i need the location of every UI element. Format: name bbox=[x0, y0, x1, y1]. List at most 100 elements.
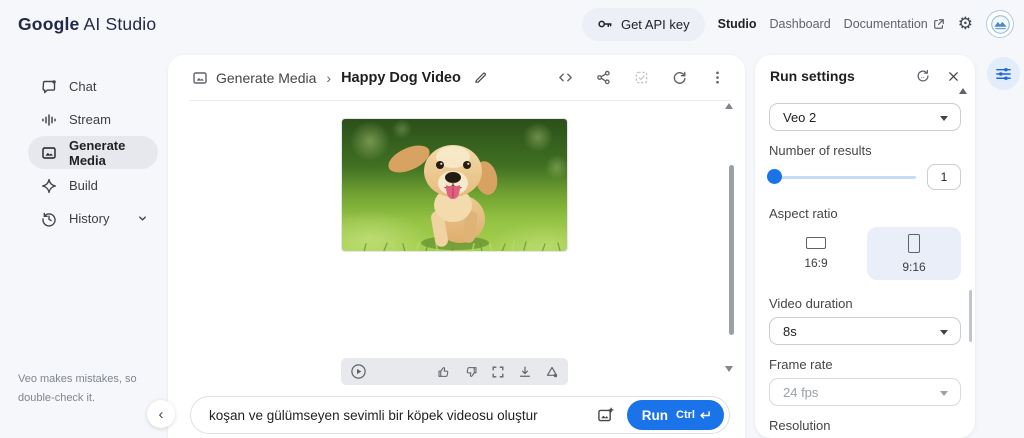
topbar-right: Get API key Studio Dashboard Documentati… bbox=[581, 0, 1014, 48]
aspect-ratio-options: 16:9 9:16 bbox=[769, 227, 961, 280]
download-icon[interactable] bbox=[518, 365, 532, 379]
key-icon bbox=[597, 16, 613, 32]
breadcrumb-root-label: Generate Media bbox=[216, 69, 317, 86]
results-slider-thumb[interactable] bbox=[767, 169, 782, 184]
caret-down-icon bbox=[940, 330, 948, 335]
nav-studio[interactable]: Studio bbox=[718, 17, 757, 31]
run-settings-panel: Run settings Veo 2 Number of results 1 A… bbox=[755, 55, 975, 438]
fullscreen-icon[interactable] bbox=[491, 365, 505, 379]
stream-icon bbox=[41, 112, 57, 128]
video-duration-select[interactable]: 8s bbox=[769, 317, 961, 345]
sidebar-item-build[interactable]: Build bbox=[28, 169, 158, 202]
run-settings-title: Run settings bbox=[770, 68, 855, 84]
main-scrollbar-thumb[interactable] bbox=[729, 165, 734, 335]
results-slider[interactable] bbox=[767, 169, 916, 184]
caret-down-icon bbox=[940, 391, 948, 396]
app-logo-bold: Google bbox=[18, 13, 80, 34]
aspect-option-9-16[interactable]: 9:16 bbox=[867, 227, 961, 280]
video-player bbox=[341, 118, 568, 385]
run-button[interactable]: Run Ctrl bbox=[626, 400, 724, 430]
run-shortcut-label: Ctrl bbox=[676, 409, 695, 421]
model-select-value: Veo 2 bbox=[783, 109, 817, 125]
aspect-option-label: 16:9 bbox=[804, 256, 828, 270]
build-icon bbox=[41, 178, 57, 194]
sidebar-item-label: Chat bbox=[69, 79, 97, 94]
toggle-run-settings-button[interactable] bbox=[987, 57, 1020, 90]
get-api-key-button[interactable]: Get API key bbox=[581, 7, 705, 41]
number-of-results-row: 1 bbox=[767, 164, 961, 190]
topbar: Google AI Studio Get API key Studio Dashb… bbox=[0, 0, 1024, 48]
save-icon[interactable] bbox=[634, 70, 649, 85]
avatar[interactable] bbox=[986, 10, 1014, 38]
portrait-rect-icon bbox=[908, 233, 920, 253]
sidebar-item-label: Generate Media bbox=[69, 137, 126, 168]
breadcrumb-separator: › bbox=[326, 69, 332, 86]
app-logo[interactable]: Google AI Studio bbox=[18, 14, 156, 35]
breadcrumb-generate-media[interactable]: Generate Media bbox=[192, 70, 316, 86]
play-icon[interactable] bbox=[350, 363, 367, 380]
close-icon[interactable] bbox=[947, 70, 960, 83]
sidebar-item-label: Build bbox=[69, 178, 98, 193]
chevron-left-icon: ‹ bbox=[158, 405, 164, 423]
generated-video-thumbnail[interactable] bbox=[341, 118, 568, 252]
header-actions bbox=[558, 70, 725, 85]
chevron-down-icon[interactable] bbox=[137, 213, 148, 224]
aspect-option-16-9[interactable]: 16:9 bbox=[769, 227, 863, 280]
edit-title-pencil-icon[interactable] bbox=[473, 70, 488, 85]
chat-icon bbox=[41, 79, 57, 95]
nav-documentation[interactable]: Documentation bbox=[844, 17, 945, 31]
get-code-icon[interactable] bbox=[558, 70, 573, 85]
external-link-icon bbox=[933, 18, 945, 30]
frame-rate-select[interactable]: 24 fps bbox=[769, 378, 961, 406]
scroll-up-arrow[interactable] bbox=[725, 103, 733, 109]
reset-settings-icon[interactable] bbox=[915, 68, 931, 84]
main-header: Generate Media › Happy Dog Video bbox=[168, 55, 745, 100]
panel-scroll-up-arrow[interactable] bbox=[959, 88, 967, 94]
puppy-video-still bbox=[342, 119, 567, 251]
video-duration-value: 8s bbox=[783, 323, 797, 339]
media-icon bbox=[192, 70, 208, 86]
video-duration-label: Video duration bbox=[769, 296, 853, 311]
run-settings-header: Run settings bbox=[755, 55, 975, 97]
enter-arrow-icon bbox=[698, 410, 711, 421]
aspect-option-label: 9:16 bbox=[902, 259, 926, 274]
number-of-results-label: Number of results bbox=[769, 143, 872, 158]
panel-scrollbar-thumb[interactable] bbox=[969, 290, 972, 342]
drive-export-icon[interactable] bbox=[545, 365, 559, 379]
sidebar-collapse-button[interactable]: ‹ bbox=[147, 400, 175, 428]
add-image-icon[interactable] bbox=[597, 407, 614, 424]
model-select[interactable]: Veo 2 bbox=[769, 103, 961, 131]
model-disclaimer: Veo makes mistakes, so double-check it. bbox=[18, 373, 137, 404]
generate-media-icon bbox=[41, 145, 57, 161]
landscape-rect-icon bbox=[806, 237, 826, 249]
sidebar-item-generate-media[interactable]: Generate Media bbox=[28, 136, 158, 169]
sidebar-item-label: History bbox=[69, 211, 110, 226]
more-options-kebab-icon[interactable] bbox=[710, 70, 725, 85]
nav-documentation-label: Documentation bbox=[843, 17, 928, 31]
share-icon[interactable] bbox=[596, 70, 611, 85]
avatar-mountain-logo bbox=[990, 14, 1011, 35]
thumbs-up-icon[interactable] bbox=[437, 365, 451, 379]
settings-gear-icon[interactable]: ⚙ bbox=[958, 15, 973, 33]
caret-down-icon bbox=[940, 116, 948, 121]
resolution-label: Resolution bbox=[769, 418, 831, 433]
results-value-box[interactable]: 1 bbox=[927, 164, 961, 190]
page-title: Happy Dog Video bbox=[341, 69, 461, 86]
sidebar-item-label: Stream bbox=[69, 112, 111, 127]
nav-dashboard[interactable]: Dashboard bbox=[770, 17, 831, 31]
sidebar-item-stream[interactable]: Stream bbox=[28, 103, 158, 136]
history-icon bbox=[41, 211, 57, 227]
frame-rate-label: Frame rate bbox=[769, 357, 833, 372]
refresh-icon[interactable] bbox=[672, 70, 687, 85]
thumbs-down-icon[interactable] bbox=[464, 365, 478, 379]
sidebar-item-history[interactable]: History bbox=[28, 202, 158, 235]
header-divider bbox=[190, 100, 731, 101]
run-shortcut: Ctrl bbox=[676, 409, 711, 421]
scroll-down-arrow[interactable] bbox=[725, 366, 733, 372]
frame-rate-value: 24 fps bbox=[783, 384, 819, 400]
prompt-input[interactable]: koşan ve gülümseyen sevimli bir köpek vi… bbox=[209, 408, 597, 423]
sidebar-item-chat[interactable]: Chat bbox=[28, 70, 158, 103]
video-controls-bar bbox=[341, 358, 568, 385]
app-logo-rest: AI Studio bbox=[83, 13, 157, 34]
get-api-key-label: Get API key bbox=[620, 16, 690, 32]
